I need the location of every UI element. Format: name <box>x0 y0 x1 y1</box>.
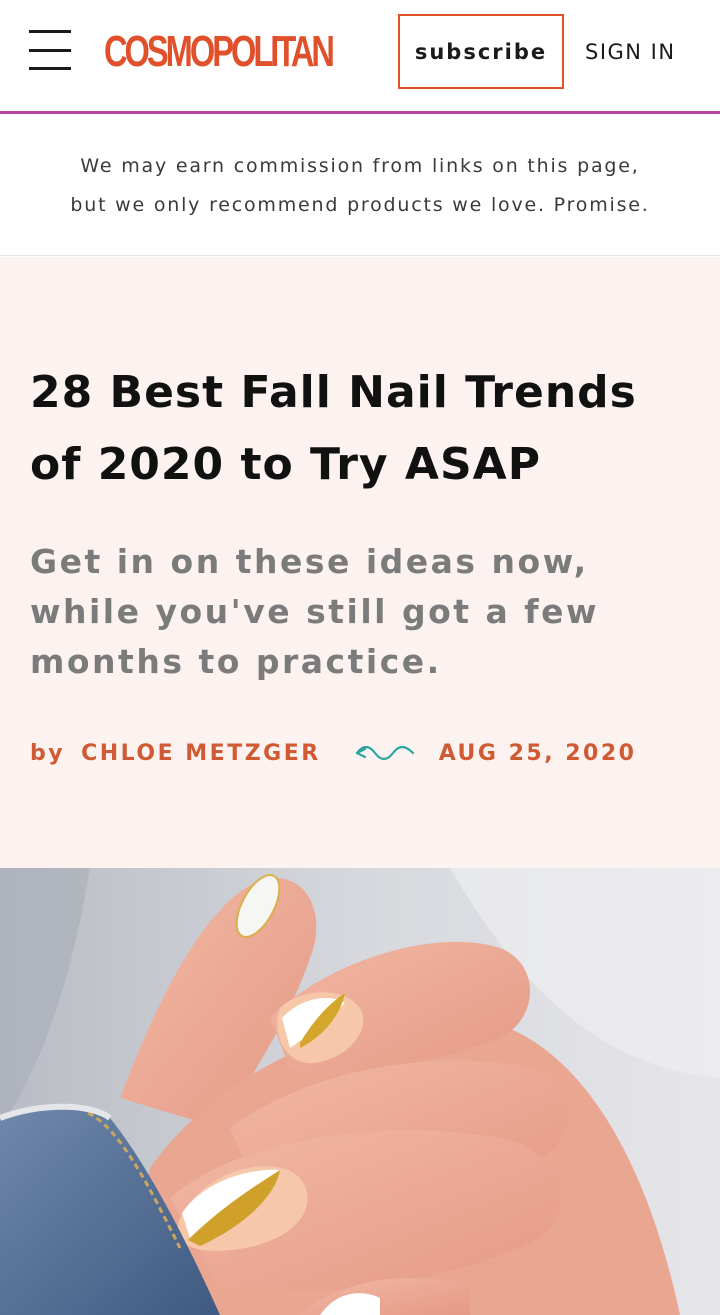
byline-prefix: by <box>30 740 66 766</box>
cosmopolitan-logo[interactable]: COSMOPOLITAN <box>104 26 335 78</box>
article-headline: 28 Best Fall Nail Trends of 2020 to Try … <box>30 357 670 501</box>
headline-line-1: 28 Best Fall Nail Trends <box>30 367 637 418</box>
affiliate-disclaimer: We may earn commission from links on thi… <box>0 117 720 256</box>
disclaimer-text: We may earn commission from links on thi… <box>30 147 690 225</box>
squiggle-divider-icon <box>355 745 414 761</box>
disclaimer-line-2: but we only recommend products we love. … <box>70 194 650 216</box>
sign-in-link[interactable]: SIGN IN <box>585 34 695 70</box>
article-dek: Get in on these ideas now, while you've … <box>30 542 600 681</box>
subscribe-button[interactable]: subscribe <box>398 14 564 89</box>
publish-date: AUG 25, 2020 <box>438 740 637 766</box>
author-link[interactable]: CHLOE METZGER <box>81 741 321 766</box>
byline: by CHLOE METZGER AUG 25, 2020 <box>30 735 690 771</box>
hero-image-nails <box>0 868 720 1315</box>
hamburger-menu-icon[interactable] <box>29 30 71 70</box>
article-header: 28 Best Fall Nail Trends of 2020 to Try … <box>0 257 720 868</box>
headline-line-2: of 2020 to Try ASAP <box>30 439 541 490</box>
top-navigation-bar: COSMOPOLITAN subscribe SIGN IN <box>0 0 720 114</box>
disclaimer-line-1: We may earn commission from links on thi… <box>80 155 640 177</box>
